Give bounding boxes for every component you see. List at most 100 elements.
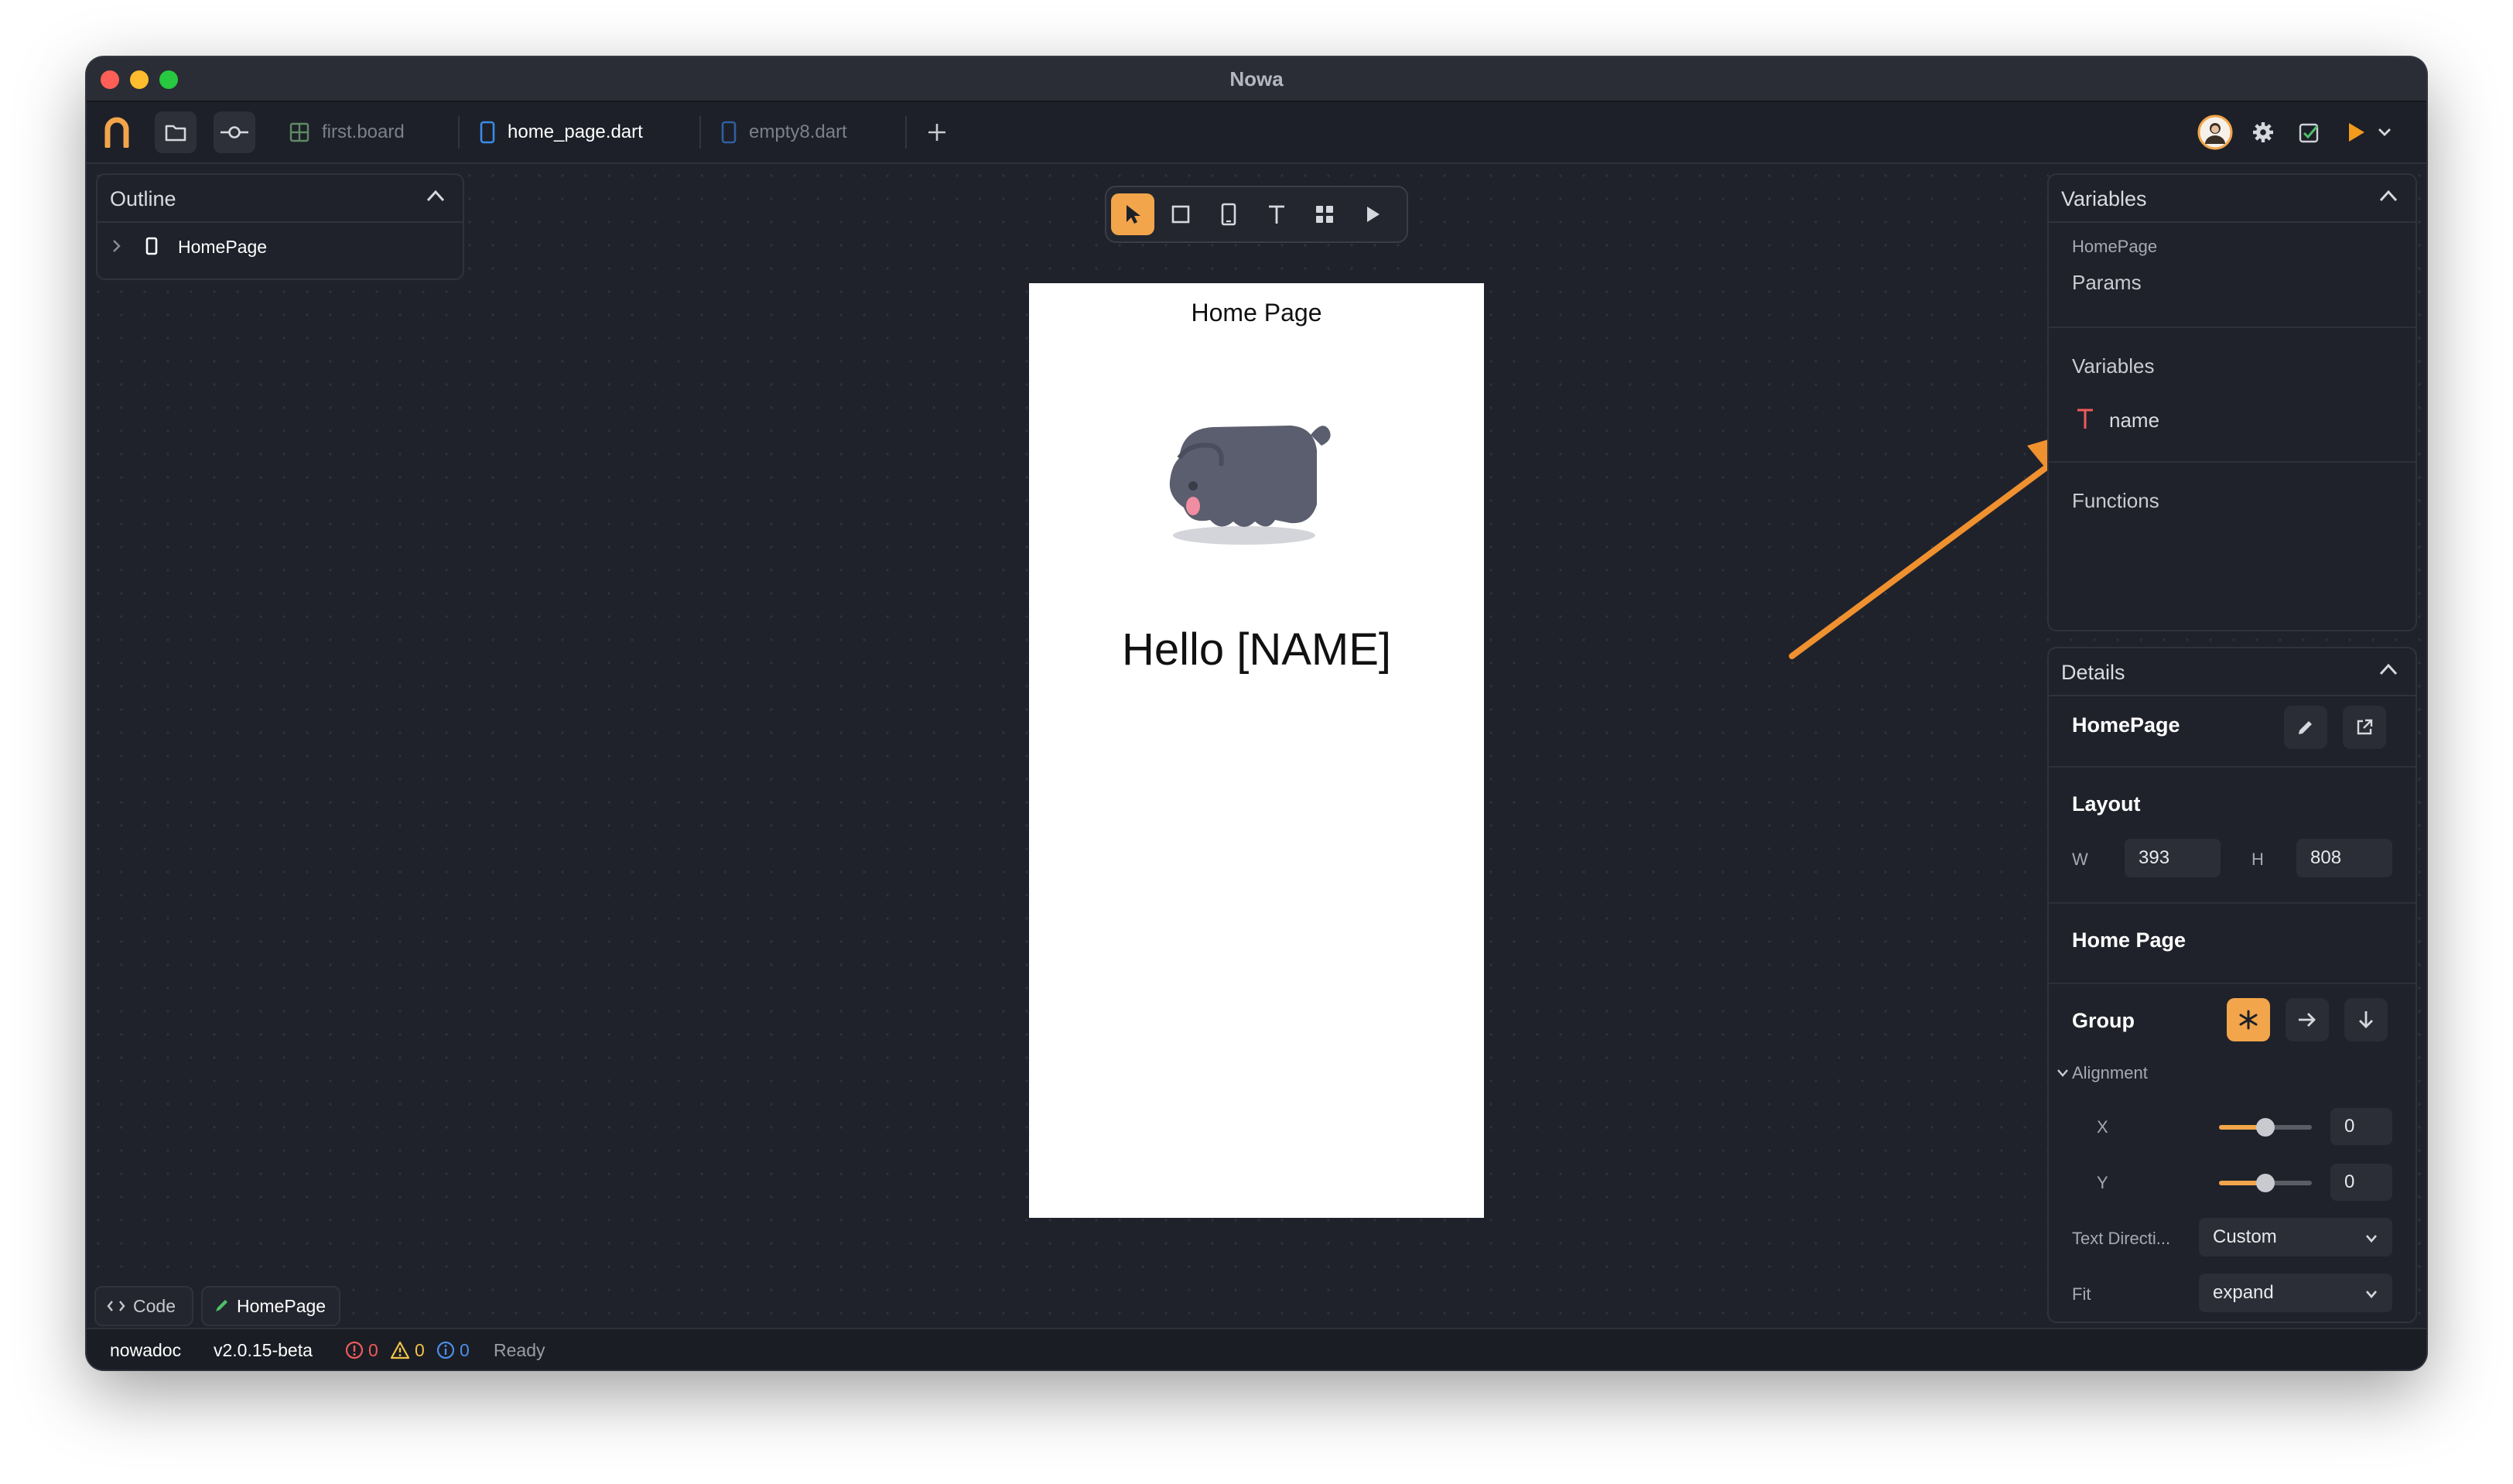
section-divider (2049, 327, 2416, 328)
section-divider (2049, 766, 2416, 768)
alignment-label[interactable]: Alignment (2072, 1063, 2148, 1083)
edit-pencil-icon[interactable] (2284, 706, 2327, 749)
functions-section[interactable]: Functions (2072, 489, 2159, 513)
chevron-down-icon (2364, 1219, 2378, 1258)
code-tab[interactable]: Code (94, 1286, 193, 1326)
section-divider (2049, 461, 2416, 463)
outline-panel-header[interactable]: Outline (97, 175, 463, 223)
text-icon[interactable] (1255, 193, 1298, 235)
brush-icon (214, 1298, 229, 1314)
code-tab-label: Code (133, 1295, 176, 1316)
text-direction-select[interactable]: Custom (2199, 1218, 2392, 1257)
width-label: W (2072, 850, 2088, 869)
app-bar-title: Home Page (1191, 299, 1322, 327)
app-window: Nowa first.board home_page.dart empty8.d… (87, 57, 2426, 1369)
text-direction-label: Text Directi... (2072, 1229, 2171, 1248)
status-text: Ready (494, 1340, 545, 1360)
section-divider (2049, 902, 2416, 904)
tab-first-board[interactable]: first.board (289, 102, 405, 162)
asterisk-icon[interactable] (2227, 998, 2270, 1041)
open-external-icon[interactable] (2343, 706, 2386, 749)
alignment-y-slider[interactable] (2219, 1171, 2312, 1195)
run-options-chevron-down-icon[interactable] (2371, 111, 2398, 153)
details-panel-title: Details (2061, 661, 2125, 684)
error-count[interactable]: 0 (345, 1329, 378, 1369)
folder-icon[interactable] (155, 111, 197, 153)
alignment-y-input[interactable]: 0 (2330, 1164, 2392, 1201)
alignment-y-label: Y (2097, 1173, 2108, 1192)
details-panel: Details HomePage Layout W 393 H 808 Home… (2047, 647, 2417, 1323)
variables-panel-header[interactable]: Variables (2049, 175, 2416, 223)
variables-panel-title: Variables (2061, 187, 2147, 210)
tab-divider (699, 116, 701, 149)
variables-panel: Variables HomePage Params Variables name… (2047, 173, 2417, 631)
rectangle-icon[interactable] (1159, 193, 1202, 235)
play-icon[interactable] (1351, 193, 1394, 235)
group-label: Group (2072, 1009, 2135, 1032)
title-bar: Nowa (87, 57, 2426, 102)
add-tab-plus-icon[interactable] (916, 111, 958, 153)
phone-file-icon (480, 121, 495, 144)
chevron-up-icon[interactable] (2378, 189, 2398, 207)
chevron-down-icon (2364, 1275, 2378, 1314)
fit-value: expand (2213, 1282, 2274, 1303)
chevron-up-icon[interactable] (2378, 662, 2398, 680)
error-icon (345, 1341, 364, 1359)
info-count[interactable]: 0 (436, 1329, 470, 1369)
height-input[interactable]: 808 (2296, 839, 2392, 877)
project-name: nowadoc (110, 1340, 182, 1360)
chevron-up-icon[interactable] (426, 189, 446, 207)
params-section[interactable]: Params (2072, 271, 2142, 295)
tab-label: first.board (322, 121, 405, 142)
outline-title: Outline (110, 187, 176, 210)
phone-frame-icon[interactable] (1207, 193, 1250, 235)
text-direction-value: Custom (2213, 1226, 2277, 1247)
alignment-x-label: X (2097, 1117, 2108, 1137)
page-title-label: Home Page (2072, 928, 2186, 952)
width-input[interactable]: 393 (2125, 839, 2221, 877)
text-type-icon (2077, 407, 2094, 434)
homepage-tab-label: HomePage (237, 1295, 327, 1316)
alignment-x-slider[interactable] (2219, 1116, 2312, 1139)
mascot-illustration (1159, 412, 1337, 555)
arrow-right-icon[interactable] (2286, 998, 2329, 1041)
details-panel-header[interactable]: Details (2049, 648, 2416, 696)
variable-item-name[interactable]: name (2109, 409, 2159, 433)
components-icon[interactable] (1303, 193, 1346, 235)
phone-file-icon (721, 121, 737, 144)
alignment-x-input[interactable]: 0 (2330, 1108, 2392, 1145)
status-bar: nowadoc v2.0.15-beta 0 0 0 Ready (87, 1328, 2426, 1369)
board-grid-icon (289, 122, 309, 142)
outline-panel: Outline HomePage (96, 173, 464, 280)
window-title: Nowa (1229, 67, 1284, 91)
tab-home-page-dart[interactable]: home_page.dart (480, 102, 643, 162)
main-toolbar: first.board home_page.dart empty8.dart (87, 102, 2426, 164)
tab-label: home_page.dart (508, 121, 643, 142)
fit-label: Fit (2072, 1284, 2091, 1304)
phone-widget-icon (145, 237, 158, 259)
info-icon (436, 1341, 455, 1359)
tab-empty8-dart[interactable]: empty8.dart (721, 102, 847, 162)
git-commit-icon[interactable] (214, 111, 255, 153)
variables-page-name: HomePage (2072, 237, 2158, 256)
user-avatar[interactable] (2194, 111, 2236, 153)
tab-divider (458, 116, 460, 149)
warning-count[interactable]: 0 (390, 1329, 425, 1369)
fit-select[interactable]: expand (2199, 1274, 2392, 1312)
height-label: H (2251, 850, 2264, 869)
nowa-logo-icon[interactable] (96, 111, 138, 153)
outline-item-homepage[interactable]: HomePage (178, 237, 267, 258)
chevron-down-icon[interactable] (2057, 1068, 2069, 1082)
greeting-text[interactable]: Hello [NAME] (1029, 624, 1484, 675)
chevron-right-icon[interactable] (111, 238, 122, 258)
canvas-tool-bar (1105, 186, 1408, 243)
phone-preview-frame[interactable]: Home Page Hello [NAME] (1029, 283, 1484, 1218)
gear-icon[interactable] (2242, 111, 2284, 153)
arrow-down-icon[interactable] (2344, 998, 2388, 1041)
select-arrow-icon[interactable] (1111, 193, 1154, 235)
section-divider (2049, 983, 2416, 984)
variables-section-label: Variables (2072, 354, 2155, 378)
homepage-design-tab[interactable]: HomePage (201, 1286, 340, 1326)
code-brackets-icon (107, 1300, 125, 1312)
checklist-icon[interactable] (2289, 111, 2330, 153)
